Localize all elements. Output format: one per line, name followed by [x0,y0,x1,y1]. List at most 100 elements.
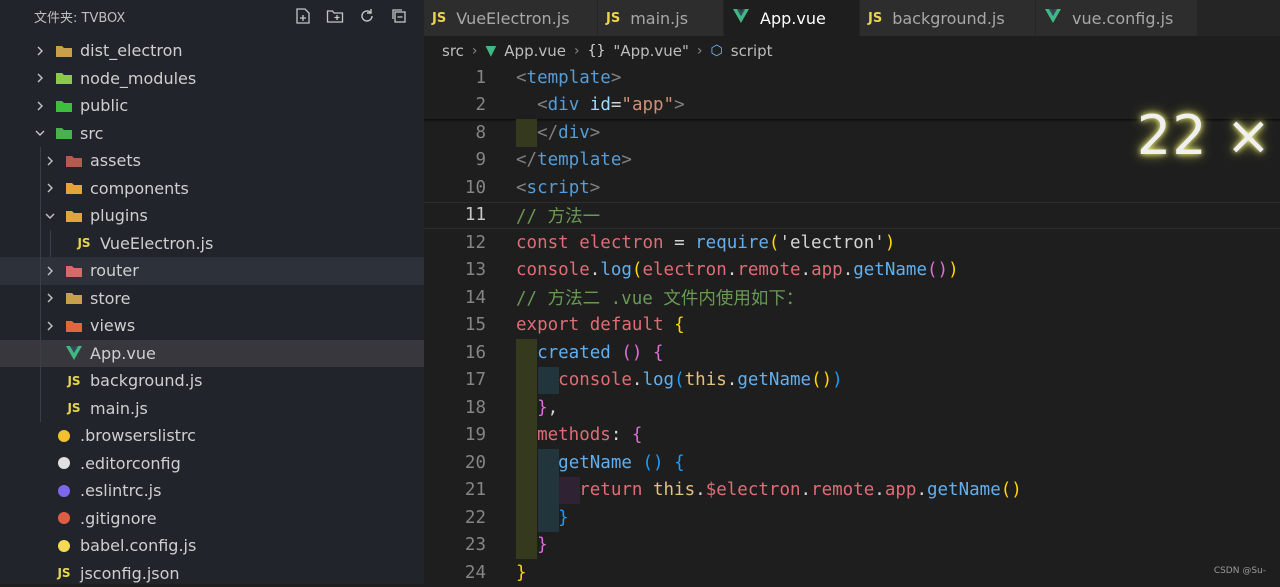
tree-item-main-js[interactable]: JS main.js [0,394,424,422]
code-token: getName [737,370,812,391]
refresh-icon[interactable] [356,5,378,27]
code-text: console.log(this.getName()) [516,370,843,390]
babel-icon [54,537,74,555]
chevron-down-icon[interactable] [32,125,48,141]
code-line[interactable]: 15 export default { [424,312,1280,340]
tree-item-public[interactable]: public [0,92,424,120]
chevron-right-icon[interactable] [42,290,58,306]
code-line[interactable]: 17 console.log(this.getName()) [424,366,1280,394]
chevron-down-icon[interactable] [42,208,58,224]
tree-item-views[interactable]: views [0,312,424,340]
breadcrumb-src[interactable]: src [442,42,464,60]
code-line[interactable]: 14 // 方法二 .vue 文件内使用如下： [424,284,1280,312]
line-number: 19 [464,425,486,446]
tree-item-eslintrc-js[interactable]: .eslintrc.js [0,477,424,505]
tree-item-label: store [90,288,131,308]
tree-item-jsconfig-json[interactable]: JS jsconfig.json [0,560,424,585]
tree-item-label: .editorconfig [80,453,181,473]
tree-item-label: App.vue [90,343,156,363]
tab-vueelectron-js[interactable]: JS VueElectron.js [424,0,598,36]
new-file-icon[interactable] [292,5,314,27]
tab-app-vue[interactable]: App.vue [724,0,860,36]
tab-vue-config-js[interactable]: vue.config.js [1036,0,1198,36]
new-folder-icon[interactable] [324,5,346,27]
tab-main-js[interactable]: JS main.js [598,0,724,36]
code-line[interactable]: 18 }, [424,394,1280,422]
code-token: // 方法二 .vue 文件内使用如下： [516,289,804,310]
chevron-right-icon[interactable] [42,318,58,334]
tree-item-babel-config-js[interactable]: babel.config.js [0,532,424,560]
vue-file-icon [64,344,84,362]
code-token: require [695,232,769,253]
breadcrumb-symbol[interactable]: "App.vue" [613,42,688,60]
code-token: () [811,370,833,391]
eslint-icon [54,482,74,500]
collapse-all-icon[interactable] [388,5,410,27]
code-line[interactable]: 21 return this.$electron.remote.app.getN… [424,476,1280,504]
code-text: } [516,535,548,555]
chevron-right-icon[interactable] [42,153,58,169]
tree-item-label: public [80,96,129,116]
tree-item-label: dist_electron [80,41,183,61]
code-line[interactable]: 20 getName () { [424,449,1280,477]
tree-item-label: src [80,123,104,143]
chevron-right-icon[interactable] [32,43,48,59]
code-token: this [652,480,696,501]
code-token: console [516,260,590,281]
tree-item-src[interactable]: src [0,120,424,148]
code-token: , [547,397,559,418]
code-line[interactable]: 10 <script> [424,174,1280,202]
tree-item-browserslistrc[interactable]: .browserslistrc [0,422,424,450]
tree-item-label: babel.config.js [80,536,197,556]
chevron-right-icon[interactable] [42,180,58,196]
chevron-right-icon[interactable] [42,263,58,279]
explorer-title: 文件夹: TVBOX [34,10,126,26]
tree-item-editorconfig[interactable]: .editorconfig [0,450,424,478]
tree-item-components[interactable]: components [0,174,424,202]
tree-item-background-js[interactable]: JS background.js [0,367,424,395]
breadcrumb-file[interactable]: App.vue [504,42,566,60]
code-token: log [642,370,675,391]
tree-item-assets[interactable]: assets [0,147,424,175]
store-folder-icon [64,289,84,307]
code-line[interactable]: 19 methods: { [424,421,1280,449]
code-line[interactable]: 12 const electron = require('electron') [424,229,1280,257]
code-line[interactable]: 11 // 方法一 [424,201,1280,229]
tree-item-app-vue[interactable]: App.vue [0,339,424,367]
code-line[interactable]: 23 } [424,531,1280,559]
breadcrumb-script[interactable]: script [731,42,773,60]
code-token: { [674,452,685,473]
chevron-right-icon[interactable] [32,70,48,86]
vue-file-icon: ▼ [485,43,497,59]
code-token: { [631,425,643,446]
line-number: 22 [464,507,486,528]
code-line[interactable]: 24} [424,559,1280,587]
tree-item-plugins[interactable]: plugins [0,202,424,230]
chevron-right-icon: › [573,43,580,59]
code-token: export [516,315,580,336]
tree-item-router[interactable]: router [0,257,424,285]
code-token: = [610,95,622,116]
tree-item-dist-electron[interactable]: dist_electron [0,37,424,65]
tree-item-store[interactable]: store [0,284,424,312]
jsconfig-icon: JS [57,566,71,581]
code-line[interactable]: 16 created () { [424,339,1280,367]
code-line[interactable]: 22 } [424,504,1280,532]
code-token: . [800,260,812,281]
js-file-icon: JS [77,236,91,251]
tab-background-js[interactable]: JS background.js [860,0,1036,36]
code-token: electron [579,232,664,253]
js-file-icon: JS [868,10,883,26]
chevron-right-icon[interactable] [32,98,48,114]
tree-item-node-modules[interactable]: node_modules [0,65,424,93]
code-line[interactable]: 13 console.log(electron.remote.app.getNam… [424,257,1280,285]
code-line[interactable]: 1 <template> [424,64,1280,92]
tree-item-vueelectron-js[interactable]: JS VueElectron.js [0,229,424,257]
tree-item-gitignore[interactable]: .gitignore [0,505,424,533]
